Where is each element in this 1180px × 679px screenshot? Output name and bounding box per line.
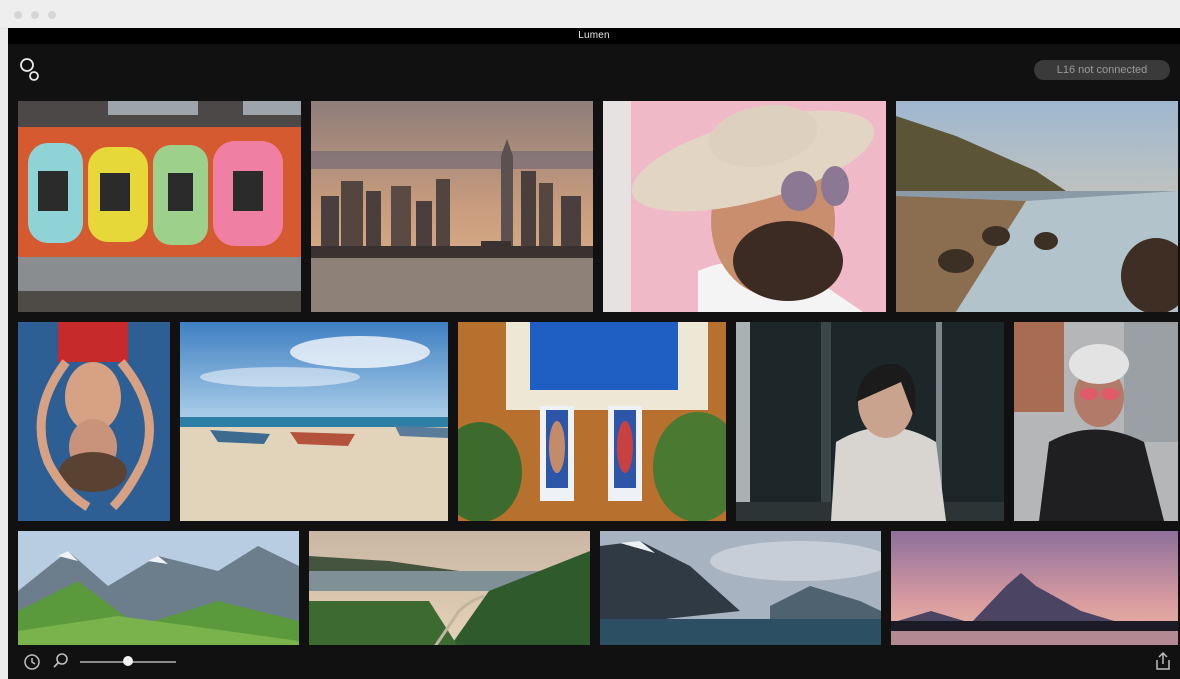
lumen-logo-icon[interactable] xyxy=(19,57,43,85)
minimize-window-button[interactable] xyxy=(31,11,39,19)
photo-woman-with-sunglasses[interactable] xyxy=(1014,322,1178,521)
photo-mountain-lake[interactable] xyxy=(600,531,881,648)
app-window: Lumen L16 not connected xyxy=(8,28,1180,679)
zoom-window-button[interactable] xyxy=(48,11,56,19)
photo-woman-white-jacket[interactable] xyxy=(736,322,1004,521)
clock-icon[interactable] xyxy=(23,653,41,671)
photo-rocky-beach[interactable] xyxy=(896,101,1178,312)
photo-valley-road[interactable] xyxy=(309,531,590,648)
photo-woman-in-pool[interactable] xyxy=(18,322,170,521)
photo-pool-with-loungers[interactable] xyxy=(458,322,726,521)
camera-status-badge[interactable]: L16 not connected xyxy=(1034,60,1170,80)
bottom-toolbar xyxy=(8,645,1180,679)
photo-boats-on-beach[interactable] xyxy=(180,322,448,521)
zoom-slider-handle[interactable] xyxy=(123,656,133,666)
photo-green-mountains[interactable] xyxy=(18,531,299,648)
photo-grid xyxy=(18,101,1178,661)
photo-graffiti-wall[interactable] xyxy=(18,101,301,312)
mac-window-chrome xyxy=(0,0,1180,29)
toolbar: L16 not connected xyxy=(8,44,1180,100)
photo-mountain-sunset[interactable] xyxy=(891,531,1178,648)
search-icon[interactable] xyxy=(52,652,70,670)
photo-city-skyline[interactable] xyxy=(311,101,593,312)
window-title: Lumen xyxy=(8,28,1180,44)
photo-man-with-hat[interactable] xyxy=(603,101,886,312)
share-icon[interactable] xyxy=(1154,651,1172,671)
close-window-button[interactable] xyxy=(14,11,22,19)
